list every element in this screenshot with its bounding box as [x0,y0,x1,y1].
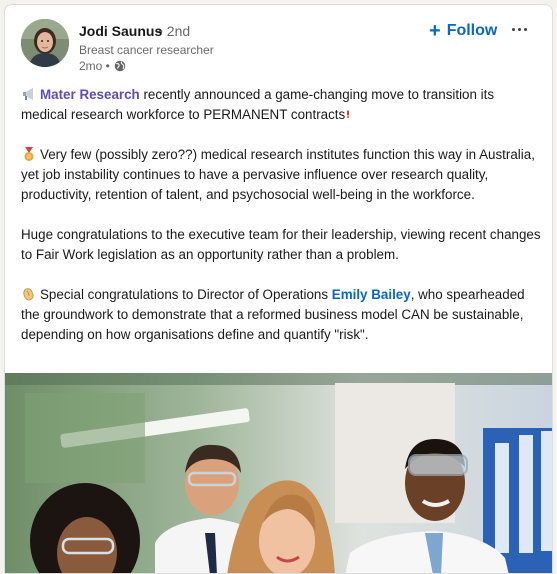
more-icon[interactable] [507,17,531,41]
post-meta: 2mo • [79,59,126,73]
post-text: Mater Research recently announced a game… [21,85,541,345]
paragraph-2: Very few (possibly zero??) medical resea… [21,145,541,205]
paragraph-1: Mater Research recently announced a game… [21,85,541,125]
plus-icon: + [429,20,441,42]
connection-degree: • 2nd [158,23,191,39]
lab-team-photo [5,373,552,573]
clapping-hands-icon [23,288,34,301]
post-header: Jodi Saunus • 2nd Breast cancer research… [5,5,552,83]
paragraph-3: Huge congratulations to the executive te… [21,227,541,262]
person-mention-link[interactable]: Emily Bailey [332,287,411,302]
author-headline: Breast cancer researcher [79,43,214,57]
exclamation-icon [347,110,350,118]
post-image[interactable] [5,373,552,573]
author-name[interactable]: Jodi Saunus [79,23,162,39]
paragraph-4-text-a: Special congratulations to Director of O… [40,287,332,302]
follow-button[interactable]: + Follow [423,17,503,45]
company-mention-link[interactable]: Mater Research [40,87,140,102]
post-card: Jodi Saunus • 2nd Breast cancer research… [4,4,553,574]
paragraph-2-text: Very few (possibly zero??) medical resea… [21,147,535,202]
post-time: 2mo • [79,59,110,73]
avatar[interactable] [21,19,69,67]
avatar-image [21,19,69,67]
paragraph-4: Special congratulations to Director of O… [21,285,541,345]
globe-icon [114,60,126,72]
medal-icon [24,147,34,161]
follow-label: Follow [446,22,498,39]
megaphone-icon [23,88,33,100]
